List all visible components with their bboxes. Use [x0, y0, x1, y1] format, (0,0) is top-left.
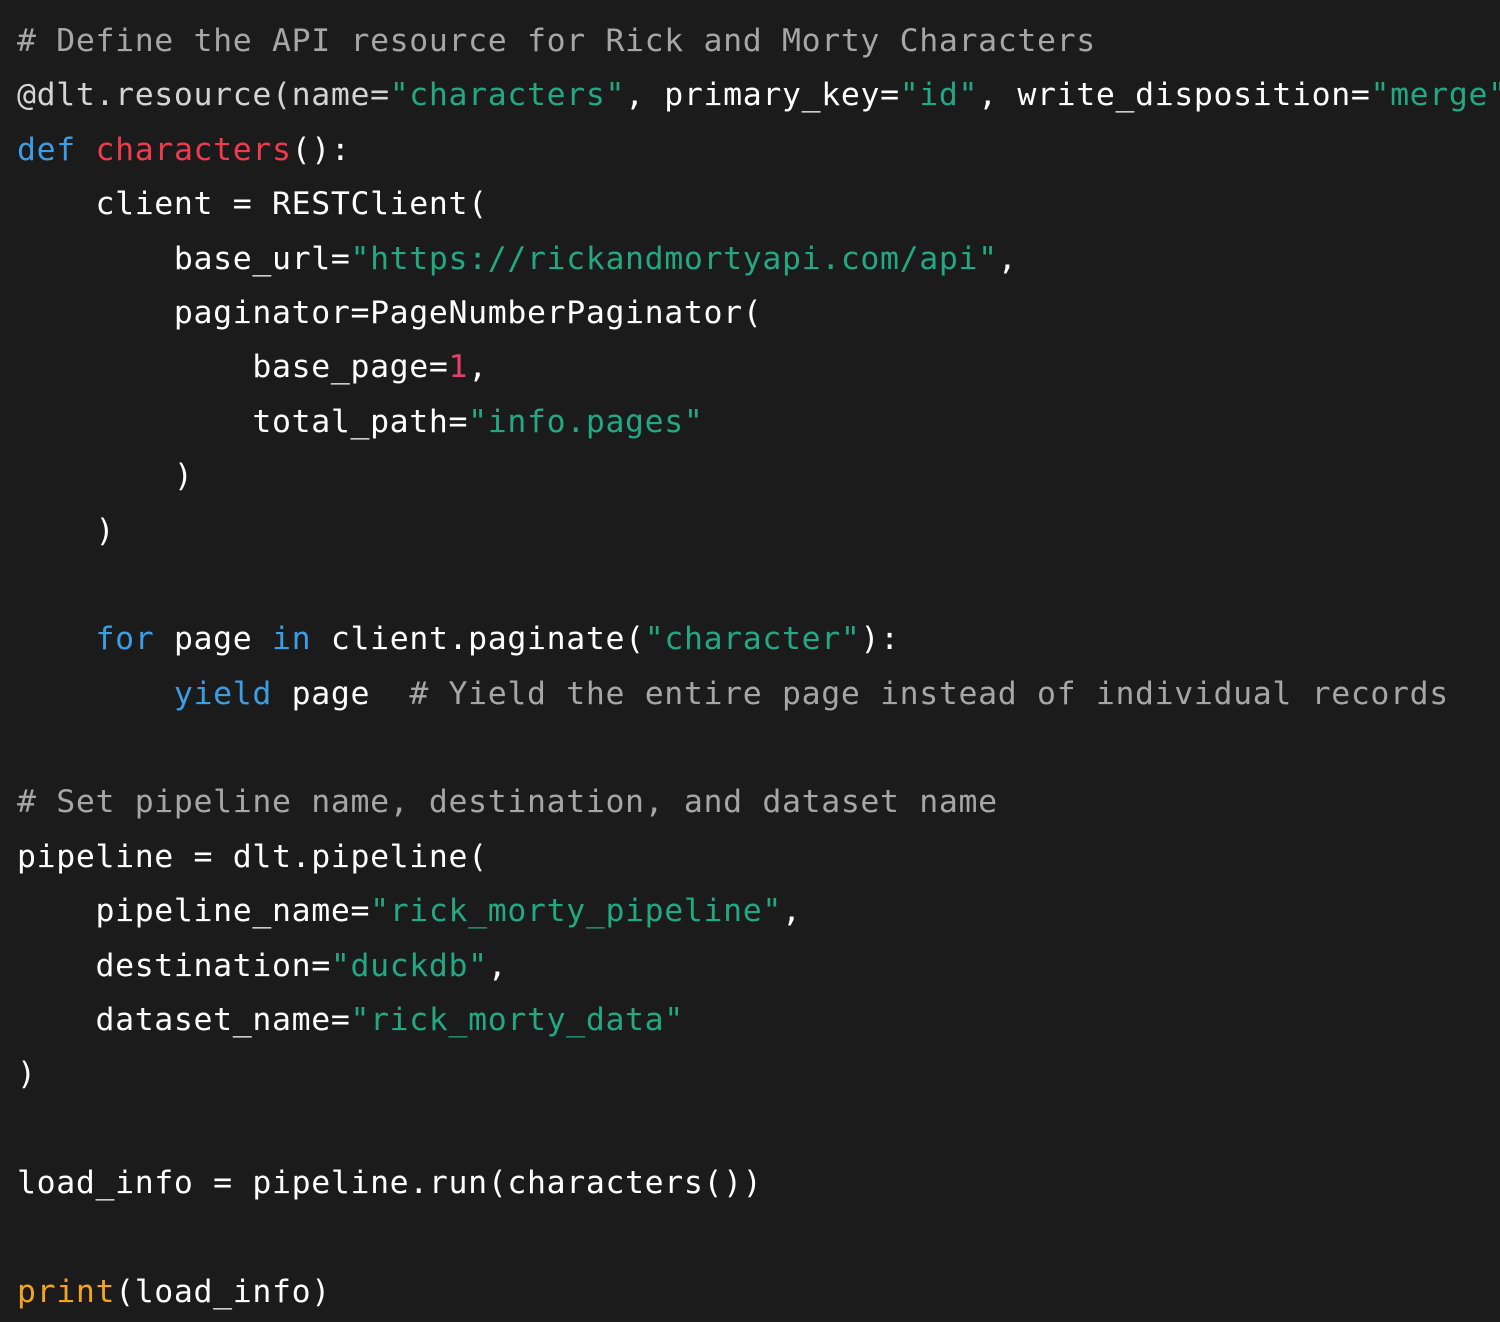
code-line: pipeline_name="rick_morty_pipeline", — [17, 884, 1500, 938]
code-line: pipeline = dlt.pipeline( — [17, 830, 1500, 884]
code-builtin: print — [17, 1273, 116, 1310]
code-text: destination= — [17, 947, 331, 984]
code-line: print(load_info) — [17, 1265, 1500, 1319]
code-text: client.paginate( — [311, 621, 645, 658]
code-line: for page in client.paginate("character")… — [17, 612, 1500, 666]
code-text: , — [782, 893, 802, 930]
code-string-literal: "character" — [644, 621, 861, 658]
code-line: ) — [17, 504, 1500, 558]
code-text: dataset_name= — [17, 1002, 351, 1039]
code-function-name: characters — [95, 131, 292, 168]
code-text: page — [154, 621, 273, 658]
code-editor[interactable]: # Define the API resource for Rick and M… — [0, 0, 1500, 1322]
code-text: , — [997, 240, 1018, 277]
code-keyword: for — [95, 621, 155, 658]
code-line: paginator=PageNumberPaginator( — [17, 286, 1500, 340]
code-text: base_page= — [17, 349, 449, 386]
code-text: , primary_key= — [625, 77, 900, 114]
code-line: def characters(): — [17, 123, 1500, 177]
code-line: destination="duckdb", — [17, 939, 1500, 993]
code-text: ) — [17, 458, 194, 495]
code-text: load_info = pipeline.run(characters()) — [17, 1165, 763, 1202]
code-line: # Set pipeline name, destination, and da… — [17, 775, 1500, 829]
code-text: paginator=PageNumberPaginator( — [17, 294, 763, 331]
code-text: ) — [17, 1056, 37, 1093]
code-text: , — [468, 349, 488, 386]
code-string-literal: "id" — [899, 77, 979, 114]
code-text: ): — [860, 621, 900, 658]
code-string-literal: "https://rickandmortyapi.com/api" — [350, 240, 998, 277]
code-text: base_url= — [17, 240, 351, 277]
code-line: base_page=1, — [17, 340, 1500, 394]
code-comment: # Define the API resource for Rick and M… — [17, 23, 1096, 59]
code-string-literal: "duckdb" — [330, 947, 488, 984]
code-text: (): — [291, 131, 351, 168]
code-string-literal: "rick_morty_data" — [350, 1002, 684, 1039]
code-line: @dlt.resource(name="characters", primary… — [17, 68, 1500, 122]
code-line: ) — [17, 449, 1500, 503]
code-keyword: def — [17, 131, 76, 168]
code-text: , write_disposition= — [978, 77, 1371, 114]
code-line: load_info = pipeline.run(characters()) — [17, 1156, 1500, 1210]
code-line: yield page # Yield the entire page inste… — [17, 667, 1500, 721]
code-line: # Define the API resource for Rick and M… — [17, 14, 1500, 68]
code-comment: # Yield the entire page instead of indiv… — [409, 675, 1449, 712]
code-line: dataset_name="rick_morty_data" — [17, 993, 1500, 1047]
code-line: ) — [17, 1047, 1500, 1101]
code-text: total_path= — [17, 403, 469, 440]
code-string-literal: "merge" — [1370, 77, 1500, 114]
code-string-literal: "rick_morty_pipeline" — [370, 893, 782, 930]
code-keyword: yield — [173, 675, 272, 712]
code-text: page — [272, 675, 410, 712]
code-string-literal: "characters" — [389, 77, 626, 114]
code-text: ) — [17, 512, 116, 549]
code-line: client = RESTClient( — [17, 177, 1500, 231]
code-number-literal: 1 — [448, 349, 469, 386]
code-keyword: in — [272, 621, 312, 658]
code-block[interactable]: # Define the API resource for Rick and M… — [17, 14, 1500, 1319]
code-line: total_path="info.pages" — [17, 395, 1500, 449]
code-text: client = RESTClient( — [17, 186, 488, 223]
code-text: pipeline_name= — [17, 893, 371, 930]
code-decorator: @dlt.resource(name= — [17, 77, 390, 114]
code-text: , — [487, 947, 508, 984]
code-text: (load_info) — [115, 1273, 331, 1310]
code-string-literal: "info.pages" — [468, 403, 704, 440]
code-text: pipeline = dlt.pipeline( — [17, 838, 488, 875]
code-comment: # Set pipeline name, destination, and da… — [17, 784, 998, 821]
code-line: base_url="https://rickandmortyapi.com/ap… — [17, 232, 1500, 286]
